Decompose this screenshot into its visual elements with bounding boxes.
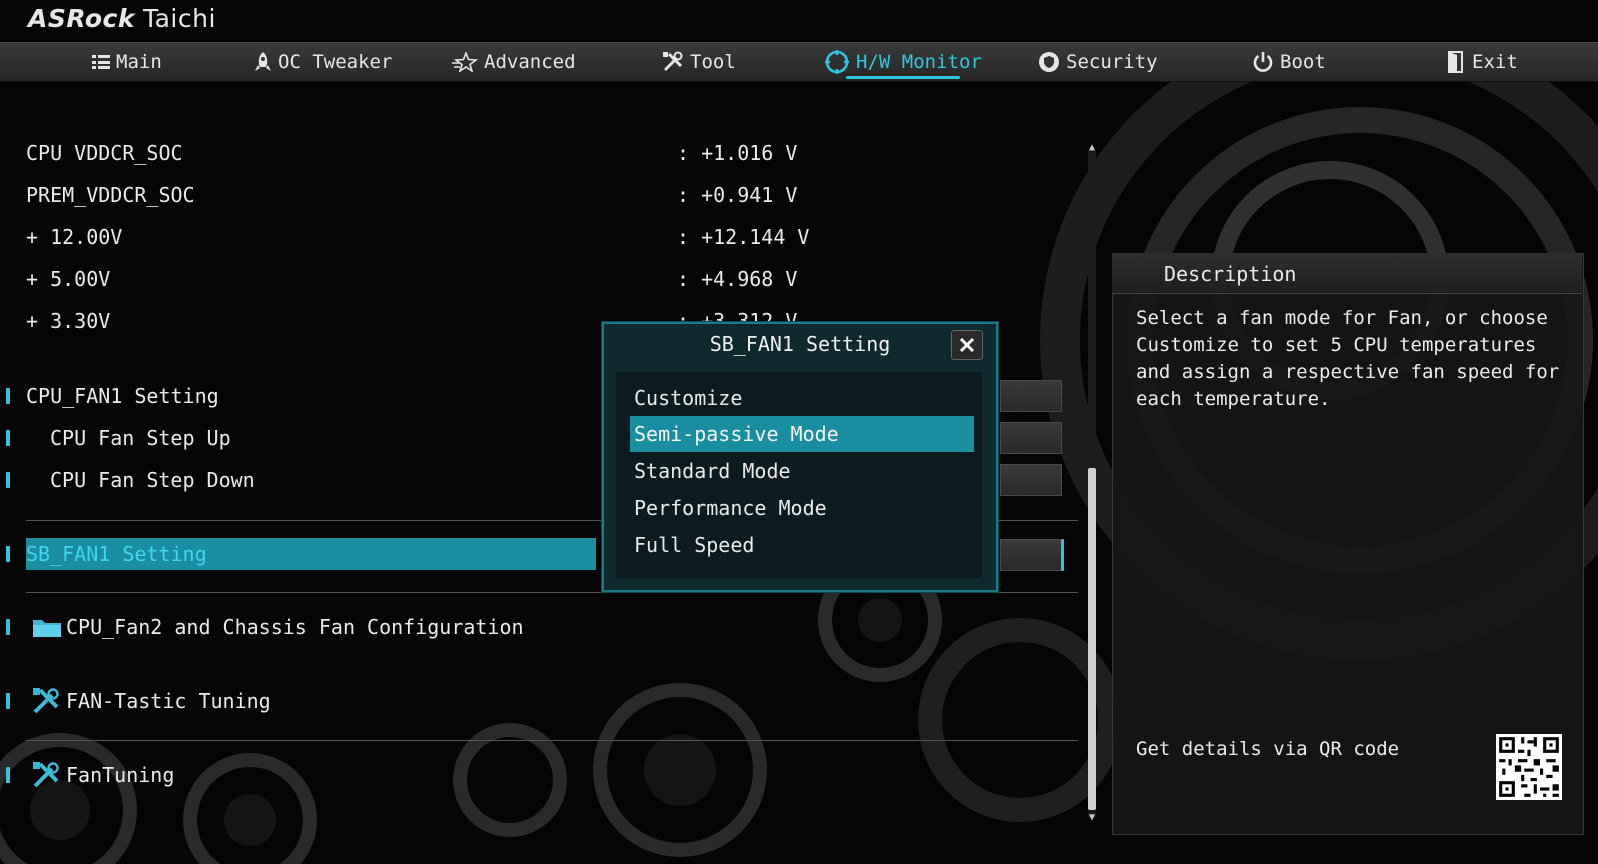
voltage-row-cpu-vddcr-soc: CPU VDDCR_SOC : +1.016 V (0, 136, 820, 170)
scroll-up-arrow-icon[interactable]: ▲ (1085, 142, 1099, 154)
row-marker (6, 388, 10, 404)
brand-logo: ASRock Taichi (28, 4, 216, 33)
exit-door-icon (1448, 51, 1463, 73)
voltage-label: PREM_VDDCR_SOC (26, 183, 195, 207)
list-icon (92, 55, 110, 69)
cpu-fan-step-down-value-box[interactable] (1000, 464, 1062, 496)
option-full-speed[interactable]: Full Speed (630, 527, 974, 563)
tools-icon (33, 688, 59, 714)
cpu-fan1-value-box[interactable] (1000, 380, 1062, 412)
tab-security[interactable]: Security (1038, 43, 1158, 81)
option-standard-mode[interactable]: Standard Mode (630, 453, 974, 489)
scrollbar-thumb[interactable] (1088, 468, 1096, 810)
sb-fan1-value-box[interactable] (1000, 539, 1064, 571)
fan-tastic-tuning[interactable]: FAN-Tastic Tuning (0, 684, 1000, 718)
dialog-title: SB_FAN1 Setting (709, 332, 891, 356)
monitor-icon (825, 50, 849, 74)
option-performance-mode[interactable]: Performance Mode (630, 490, 974, 526)
row-marker (6, 430, 10, 446)
tab-exit[interactable]: Exit (1446, 43, 1518, 81)
star-icon (452, 52, 478, 72)
voltage-row-5v: + 5.00V : +4.968 V (0, 262, 820, 296)
sb-fan1-setting-dialog: SB_FAN1 Setting Customize Semi-passive M… (602, 322, 998, 592)
fan-tuning[interactable]: FanTuning (0, 758, 1000, 792)
voltage-label: + 3.30V (26, 309, 111, 333)
row-marker (6, 472, 10, 488)
close-icon (959, 337, 975, 353)
voltage-label: + 12.00V (26, 225, 123, 249)
row-marker (6, 546, 10, 562)
description-text: Select a fan mode for Fan, or choose Cus… (1136, 307, 1560, 410)
tab-main[interactable]: Main (92, 43, 162, 81)
power-icon (1253, 52, 1273, 72)
rocket-icon (255, 52, 271, 71)
tab-oc-tweaker[interactable]: OC Tweaker (254, 43, 392, 81)
voltage-label: CPU VDDCR_SOC (26, 141, 183, 165)
cpu-fan-step-up-value-box[interactable] (1000, 422, 1062, 454)
voltage-row-12v: + 12.00V : +12.144 V (0, 220, 820, 254)
tab-tool[interactable]: Tool (662, 43, 736, 81)
row-marker (6, 767, 10, 783)
tab-advanced[interactable]: Advanced (452, 43, 576, 81)
option-customize[interactable]: Customize (630, 380, 974, 416)
voltage-value: : +1.016 V (677, 141, 798, 165)
voltage-value: : +4.968 V (677, 267, 798, 291)
description-title: Description (1164, 262, 1297, 286)
fan-mode-list: Customize Semi-passive Mode Standard Mod… (616, 372, 982, 578)
tools-icon (33, 762, 59, 788)
tab-hw-monitor[interactable]: H/W Monitor (824, 43, 982, 81)
folder-icon (33, 620, 61, 637)
qr-code-image[interactable] (1496, 734, 1562, 800)
row-marker (6, 693, 10, 709)
divider (26, 740, 1078, 741)
close-button[interactable] (951, 330, 983, 360)
option-semi-passive-mode[interactable]: Semi-passive Mode (630, 416, 974, 452)
voltage-value: : +0.941 V (677, 183, 798, 207)
shield-icon (1039, 52, 1059, 72)
voltage-row-prem-vddcr-soc: PREM_VDDCR_SOC : +0.941 V (0, 178, 820, 212)
scroll-down-arrow-icon[interactable]: ▼ (1085, 812, 1099, 824)
voltage-label: + 5.00V (26, 267, 111, 291)
row-marker (6, 619, 10, 635)
tools-icon (663, 51, 683, 72)
tab-boot[interactable]: Boot (1252, 43, 1326, 81)
divider (26, 592, 1078, 593)
qr-code-label: Get details via QR code (1136, 738, 1400, 760)
voltage-value: : +12.144 V (677, 225, 810, 249)
cpu-fan2-chassis-fan-configuration[interactable]: CPU_Fan2 and Chassis Fan Configuration (0, 610, 1000, 644)
top-navigation: Main OC Tweaker Advanced Tool H/W Monito… (0, 42, 1598, 82)
